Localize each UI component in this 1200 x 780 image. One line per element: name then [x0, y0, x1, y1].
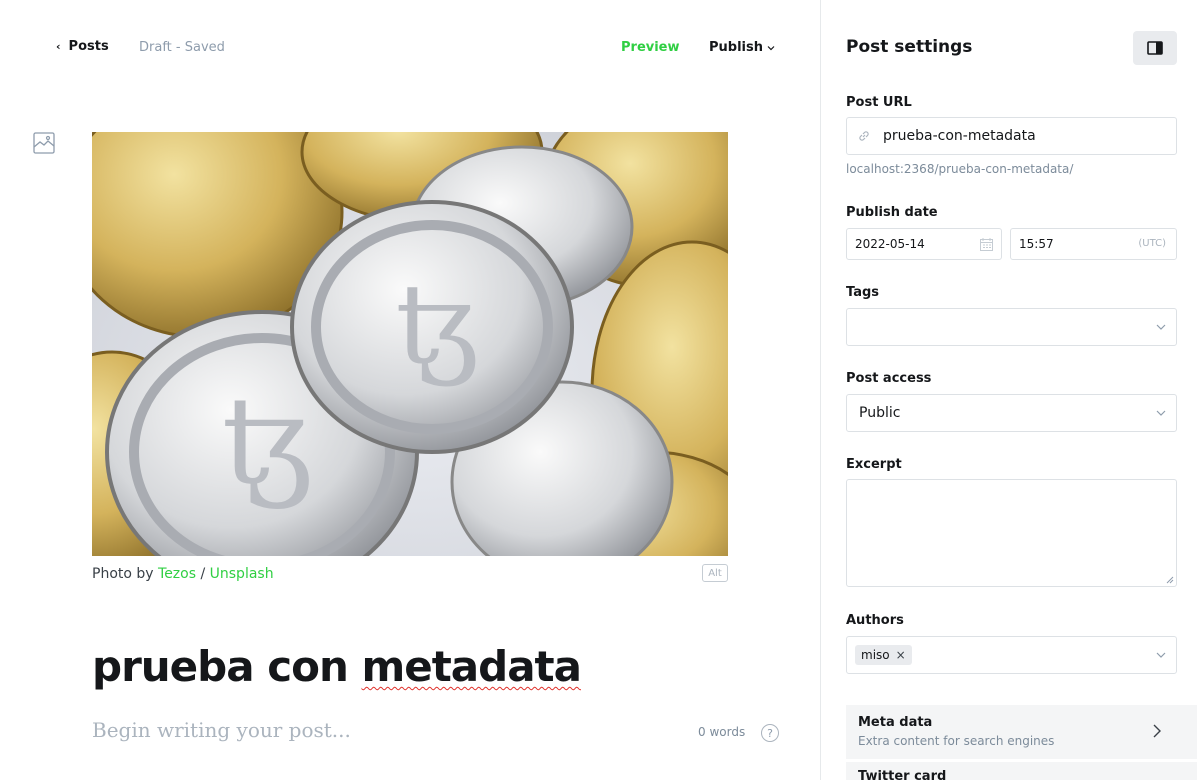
meta-data-section[interactable]: Meta data Extra content for search engin…: [846, 705, 1197, 759]
tags-label: Tags: [846, 285, 880, 300]
publish-time-input[interactable]: 15:57 (UTC): [1010, 228, 1177, 260]
publish-date-value: 2022-05-14: [855, 237, 925, 251]
post-title-part1: prueba con: [92, 642, 362, 691]
svg-text:ꜩ: ꜩ: [396, 260, 479, 388]
post-body-editor[interactable]: Begin writing your post...: [92, 718, 351, 742]
preview-button[interactable]: Preview: [621, 40, 680, 55]
twitter-card-section[interactable]: Twitter card: [846, 762, 1197, 780]
authors-label: Authors: [846, 613, 904, 628]
publish-button[interactable]: Publish: [709, 40, 775, 55]
settings-title: Post settings: [846, 37, 973, 57]
chevron-down-icon: [1156, 410, 1166, 416]
coins-photo: ꜩ ꜩ: [92, 132, 728, 556]
excerpt-label: Excerpt: [846, 457, 902, 472]
authors-select[interactable]: miso ×: [846, 636, 1177, 674]
chevron-down-icon: [1156, 324, 1166, 330]
sidebar-toggle-icon: [1147, 41, 1163, 55]
calendar-icon[interactable]: [980, 238, 993, 251]
meta-data-subtitle: Extra content for search engines: [858, 734, 1055, 748]
remove-author-icon[interactable]: ×: [896, 648, 906, 662]
link-icon: [859, 131, 869, 141]
help-icon[interactable]: ?: [761, 724, 779, 742]
post-url-value: prueba-con-metadata: [883, 128, 1036, 144]
tags-select[interactable]: [846, 308, 1177, 346]
editor-topbar: ‹ Posts Draft - Saved Preview Publish: [0, 0, 820, 96]
post-title[interactable]: prueba con metadata: [92, 642, 582, 691]
feature-image[interactable]: ꜩ ꜩ: [92, 132, 728, 556]
svg-text:ꜩ: ꜩ: [222, 372, 313, 511]
alt-text-button[interactable]: Alt: [702, 564, 728, 582]
publish-date-input[interactable]: 2022-05-14: [846, 228, 1002, 260]
sidebar-toggle-button[interactable]: [1133, 31, 1177, 65]
post-settings-panel: Post settings Post URL prueba-con-metada…: [820, 0, 1200, 780]
image-caption[interactable]: Photo by Tezos / Unsplash: [92, 566, 274, 582]
post-access-label: Post access: [846, 371, 932, 386]
chevron-down-icon: [767, 45, 775, 50]
word-count: 0 words: [698, 725, 746, 739]
author-chip[interactable]: miso ×: [855, 645, 912, 665]
post-access-select[interactable]: Public: [846, 394, 1177, 432]
image-icon[interactable]: [33, 132, 55, 154]
twitter-card-title: Twitter card: [858, 769, 947, 780]
chevron-right-icon: [1153, 724, 1161, 738]
resize-grip-icon[interactable]: [1166, 576, 1174, 584]
publish-date-label: Publish date: [846, 205, 938, 220]
post-access-value: Public: [859, 405, 901, 421]
caption-author-link[interactable]: Tezos: [158, 566, 196, 582]
chevron-left-icon: ‹: [56, 40, 61, 53]
excerpt-textarea[interactable]: [846, 479, 1177, 587]
draft-status: Draft - Saved: [139, 40, 225, 55]
author-chip-label: miso: [861, 648, 890, 662]
caption-separator: /: [196, 566, 210, 582]
publish-time-value: 15:57: [1019, 237, 1054, 251]
back-label: Posts: [68, 39, 109, 54]
editor-pane: ‹ Posts Draft - Saved Preview Publish ꜩ …: [0, 0, 820, 780]
timezone-label: (UTC): [1138, 238, 1166, 249]
post-url-label: Post URL: [846, 95, 912, 110]
chevron-down-icon: [1156, 652, 1166, 658]
post-url-input[interactable]: prueba-con-metadata: [846, 117, 1177, 155]
post-url-hint: localhost:2368/prueba-con-metadata/: [846, 162, 1074, 176]
publish-label: Publish: [709, 40, 763, 55]
back-to-posts-link[interactable]: ‹ Posts: [56, 39, 109, 54]
post-title-part2: metadata: [361, 642, 581, 691]
caption-prefix: Photo by: [92, 566, 159, 582]
meta-data-title: Meta data: [858, 715, 933, 730]
caption-source-link[interactable]: Unsplash: [210, 566, 274, 582]
